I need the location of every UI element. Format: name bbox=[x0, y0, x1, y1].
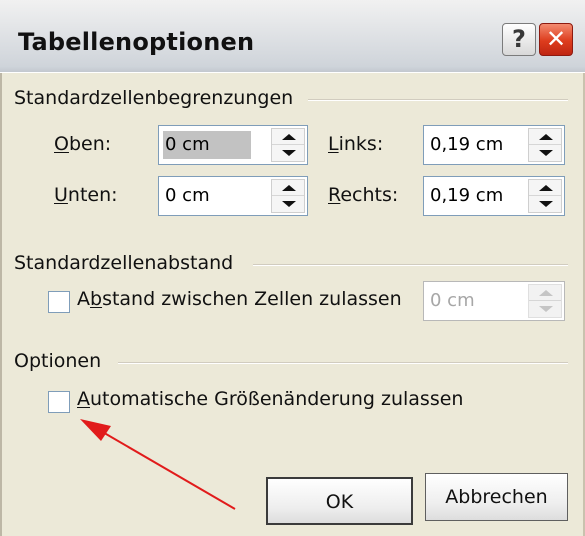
top-label: Oben: bbox=[54, 133, 111, 155]
allow-cell-spacing-label-rest: stand zwischen Zellen zulassen bbox=[102, 288, 402, 310]
cancel-button[interactable]: Abbrechen bbox=[425, 473, 568, 521]
dialog-body: Standardzellenbegrenzungen Oben: 0 cm Li… bbox=[0, 73, 585, 536]
top-label-rest: ben: bbox=[68, 133, 112, 155]
bottom-label-mnemonic: U bbox=[54, 184, 68, 206]
top-margin-input[interactable]: 0 cm bbox=[158, 125, 308, 165]
spin-down-icon bbox=[282, 150, 296, 156]
bottom-margin-value: 0 cm bbox=[165, 185, 210, 206]
cell-borders-group-title: Standardzellenbegrenzungen bbox=[14, 87, 302, 109]
allow-cell-spacing-label-prefix: A bbox=[77, 288, 90, 310]
help-icon: ? bbox=[512, 25, 526, 53]
title-bar: Tabellenoptionen ? ✕ bbox=[0, 0, 585, 73]
right-margin-spin-down[interactable] bbox=[529, 196, 561, 212]
page: Tabellenoptionen ? ✕ Standardzellenbegre… bbox=[0, 0, 585, 536]
top-margin-spinner[interactable] bbox=[271, 128, 305, 162]
spin-up-icon bbox=[282, 185, 296, 191]
cell-spacing-spinner bbox=[528, 284, 562, 318]
top-margin-value: 0 cm bbox=[165, 134, 210, 155]
bottom-label-rest: nten: bbox=[67, 184, 118, 206]
right-margin-value: 0,19 cm bbox=[430, 185, 504, 206]
right-label-rest: echts: bbox=[340, 184, 399, 206]
left-margin-input[interactable]: 0,19 cm bbox=[423, 125, 565, 165]
spin-up-icon bbox=[539, 185, 553, 191]
spin-up-icon bbox=[282, 134, 296, 140]
spin-down-icon bbox=[282, 201, 296, 207]
options-group-title: Optionen bbox=[14, 350, 110, 372]
ok-button[interactable]: OK bbox=[266, 477, 413, 525]
bottom-margin-spin-up[interactable] bbox=[272, 180, 304, 196]
left-label-rest: inks: bbox=[338, 133, 384, 155]
top-margin-spin-up[interactable] bbox=[272, 129, 304, 145]
bottom-margin-spin-down[interactable] bbox=[272, 196, 304, 212]
right-margin-spin-up[interactable] bbox=[529, 180, 561, 196]
top-label-mnemonic: O bbox=[54, 133, 69, 155]
spin-up-icon bbox=[539, 134, 553, 140]
cell-spacing-value: 0 cm bbox=[430, 290, 475, 311]
left-margin-spinner[interactable] bbox=[528, 128, 562, 162]
auto-resize-label-mnemonic: A bbox=[77, 388, 90, 410]
left-label: Links: bbox=[328, 133, 383, 155]
cancel-button-label: Abbrechen bbox=[445, 486, 548, 508]
cell-spacing-spin-down bbox=[529, 301, 561, 317]
cell-spacing-spin-up bbox=[529, 285, 561, 301]
close-icon: ✕ bbox=[545, 25, 567, 53]
bottom-label: Unten: bbox=[54, 184, 118, 206]
spin-down-icon bbox=[539, 306, 553, 312]
help-button[interactable]: ? bbox=[502, 23, 536, 56]
spin-up-icon bbox=[539, 290, 553, 296]
right-margin-spinner[interactable] bbox=[528, 179, 562, 213]
allow-cell-spacing-checkbox[interactable] bbox=[48, 291, 70, 313]
cell-borders-group-line bbox=[308, 99, 568, 101]
cell-spacing-group-title: Standardzellenabstand bbox=[14, 252, 242, 274]
cell-spacing-input: 0 cm bbox=[423, 281, 565, 321]
table-options-dialog: Tabellenoptionen ? ✕ Standardzellenbegre… bbox=[0, 0, 585, 536]
auto-resize-label-rest: utomatische Größenänderung zulassen bbox=[90, 388, 464, 410]
dialog-title: Tabellenoptionen bbox=[18, 28, 255, 56]
spin-down-icon bbox=[539, 201, 553, 207]
allow-cell-spacing-label[interactable]: Abstand zwischen Zellen zulassen bbox=[77, 288, 402, 310]
ok-button-label: OK bbox=[325, 491, 354, 513]
left-label-mnemonic: L bbox=[328, 133, 339, 155]
bottom-margin-input[interactable]: 0 cm bbox=[158, 176, 308, 216]
left-margin-spin-down[interactable] bbox=[529, 145, 561, 161]
right-label: Rechts: bbox=[328, 184, 398, 206]
allow-cell-spacing-label-mnemonic: b bbox=[90, 288, 103, 310]
top-margin-spin-down[interactable] bbox=[272, 145, 304, 161]
cell-spacing-group-line bbox=[253, 264, 568, 266]
auto-resize-label[interactable]: Automatische Größenänderung zulassen bbox=[77, 388, 463, 410]
options-group-line bbox=[118, 362, 568, 364]
left-margin-spin-up[interactable] bbox=[529, 129, 561, 145]
left-margin-value: 0,19 cm bbox=[430, 134, 504, 155]
right-label-mnemonic: R bbox=[328, 184, 341, 206]
bottom-margin-spinner[interactable] bbox=[271, 179, 305, 213]
auto-resize-checkbox[interactable] bbox=[48, 391, 70, 413]
spin-down-icon bbox=[539, 150, 553, 156]
right-margin-input[interactable]: 0,19 cm bbox=[423, 176, 565, 216]
close-button[interactable]: ✕ bbox=[539, 23, 573, 56]
